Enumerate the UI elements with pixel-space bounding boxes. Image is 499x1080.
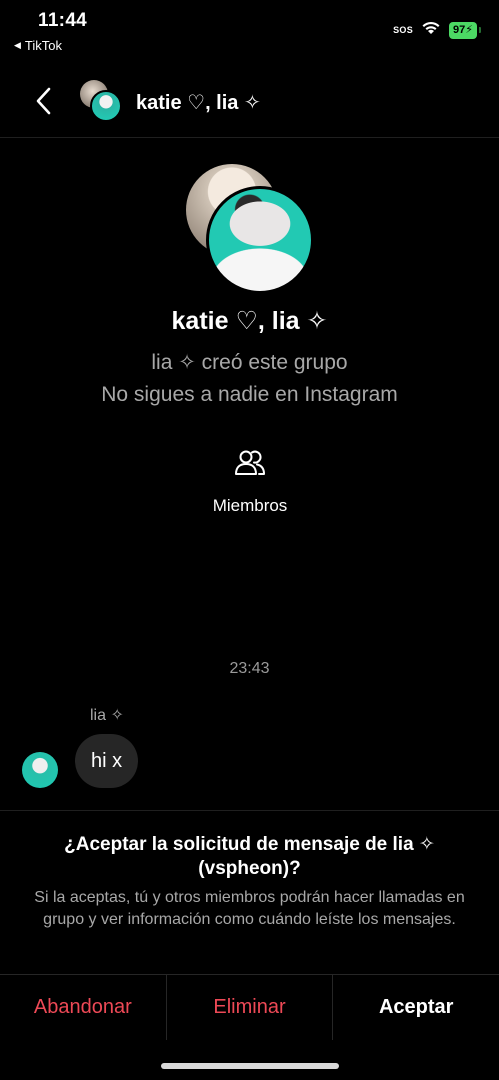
group-created-by: lia ✧ creó este grupo [151,351,348,374]
chat-screen: 11:44 ◀ TikTok SOS 97​⚡︎ katie ♡, lia ✧ [0,0,499,1080]
message-bubble[interactable]: hi x [75,734,139,788]
people-icon [235,450,265,475]
follow-info: No sigues a nadie en Instagram [101,383,398,406]
back-app-label: TikTok [24,38,62,53]
sender-avatar[interactable] [22,752,58,788]
wifi-icon [421,20,441,40]
battery-level: 97 [453,23,466,36]
chevron-left-icon [36,87,51,115]
charging-bolt-icon: ​⚡︎ [465,23,473,36]
leave-button[interactable]: Abandonar [0,975,166,1040]
header-group-avatar[interactable] [80,80,124,124]
battery-indicator: 97​⚡︎ [449,21,481,39]
delete-button[interactable]: Eliminar [165,975,333,1040]
request-description: Si la aceptas, tú y otros miembros podrá… [34,889,465,928]
message-sender: lia ✧ [90,707,124,724]
chat-title[interactable]: katie ♡, lia ✧ [136,90,261,115]
back-triangle-icon: ◀ [14,40,21,50]
request-title: ¿Aceptar la solicitud de mensaje de lia … [64,834,435,879]
message-text: hi x [91,749,123,772]
avatar-lia [90,90,122,122]
status-time: 11:44 [38,10,88,31]
avatar-lia-large [206,186,314,294]
members-label: Miembros [212,496,288,515]
chat-header: katie ♡, lia ✧ [0,64,499,138]
accept-button[interactable]: Aceptar [332,975,499,1040]
back-button[interactable] [28,84,58,118]
back-to-app-link[interactable]: ◀ TikTok [14,38,62,53]
message-request-panel: ¿Aceptar la solicitud de mensaje de lia … [0,810,499,974]
members-button[interactable]: Miembros [190,448,310,528]
message-timestamp: 23:43 [229,660,270,677]
request-actions: Abandonar Eliminar Aceptar [0,974,499,1040]
sos-indicator: SOS [393,25,414,35]
group-avatar [186,164,316,294]
group-name: katie ♡, lia ✧ [171,307,328,335]
home-indicator[interactable] [161,1063,339,1069]
status-indicators: SOS 97​⚡︎ [393,20,481,40]
